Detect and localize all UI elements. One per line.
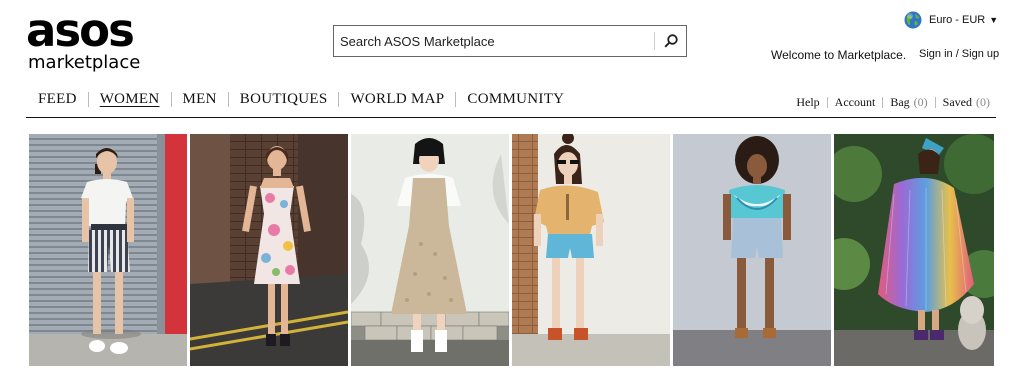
nav-item-boutiques[interactable]: BOUTIQUES [240,91,328,108]
photo-image-rainbow-dress [834,134,994,366]
gallery-photo-6[interactable] [834,134,994,366]
nav-item-community[interactable]: COMMUNITY [467,91,564,108]
main-navigation: FEED WOMEN MEN BOUTIQUES WORLD MAP COMMU… [26,90,996,118]
currency-label: Euro - EUR [929,14,986,26]
photo-image-pinafore [351,134,509,366]
search-box [333,25,687,57]
account-link[interactable]: Account [835,95,876,110]
featured-gallery [29,134,994,366]
bag-count: (0) [913,95,928,109]
nav-item-men[interactable]: MEN [183,91,217,108]
welcome-message: Welcome to Marketplace. [771,48,907,62]
search-divider [654,32,655,50]
gallery-photo-5[interactable] [673,134,831,366]
signin-link[interactable]: Sign in / Sign up [919,48,999,60]
help-link[interactable]: Help [796,95,819,110]
saved-label: Saved [942,95,972,109]
logo-wordmark: asos [26,4,135,57]
gallery-photo-2[interactable] [190,134,348,366]
photo-image-tiedye [673,134,831,366]
utility-divider [826,97,828,108]
utility-divider [934,97,936,108]
utility-divider [882,97,884,108]
search-button[interactable] [656,26,686,56]
photo-image-shutter-look [29,134,187,366]
nav-categories: FEED WOMEN MEN BOUTIQUES WORLD MAP COMMU… [38,91,564,108]
photo-image-denim-shorts [512,134,670,366]
nav-divider [87,92,89,107]
gallery-photo-4[interactable] [512,134,670,366]
bag-link[interactable]: Bag (0) [890,95,927,110]
nav-divider [455,92,457,107]
dropdown-caret-icon: ▼ [989,15,999,25]
globe-icon [904,11,922,29]
asos-marketplace-logo[interactable]: asos marketplace [26,8,156,76]
nav-divider [227,92,229,107]
nav-divider [338,92,340,107]
saved-link[interactable]: Saved (0) [943,95,990,110]
currency-selector[interactable]: Euro - EUR ▼ [904,11,998,29]
nav-item-world-map[interactable]: WORLD MAP [350,91,444,108]
search-icon [664,34,678,48]
saved-count: (0) [976,95,990,109]
search-input[interactable] [334,26,652,56]
nav-item-women[interactable]: WOMEN [100,91,160,108]
logo-subtitle: marketplace [28,52,141,73]
gallery-photo-1[interactable] [29,134,187,366]
nav-divider [170,92,172,107]
nav-item-feed[interactable]: FEED [38,91,77,108]
photo-image-floral-dress [190,134,348,366]
utility-links: Help Account Bag (0) Saved (0) [796,95,990,110]
bag-label: Bag [890,95,910,109]
gallery-photo-3[interactable] [351,134,509,366]
